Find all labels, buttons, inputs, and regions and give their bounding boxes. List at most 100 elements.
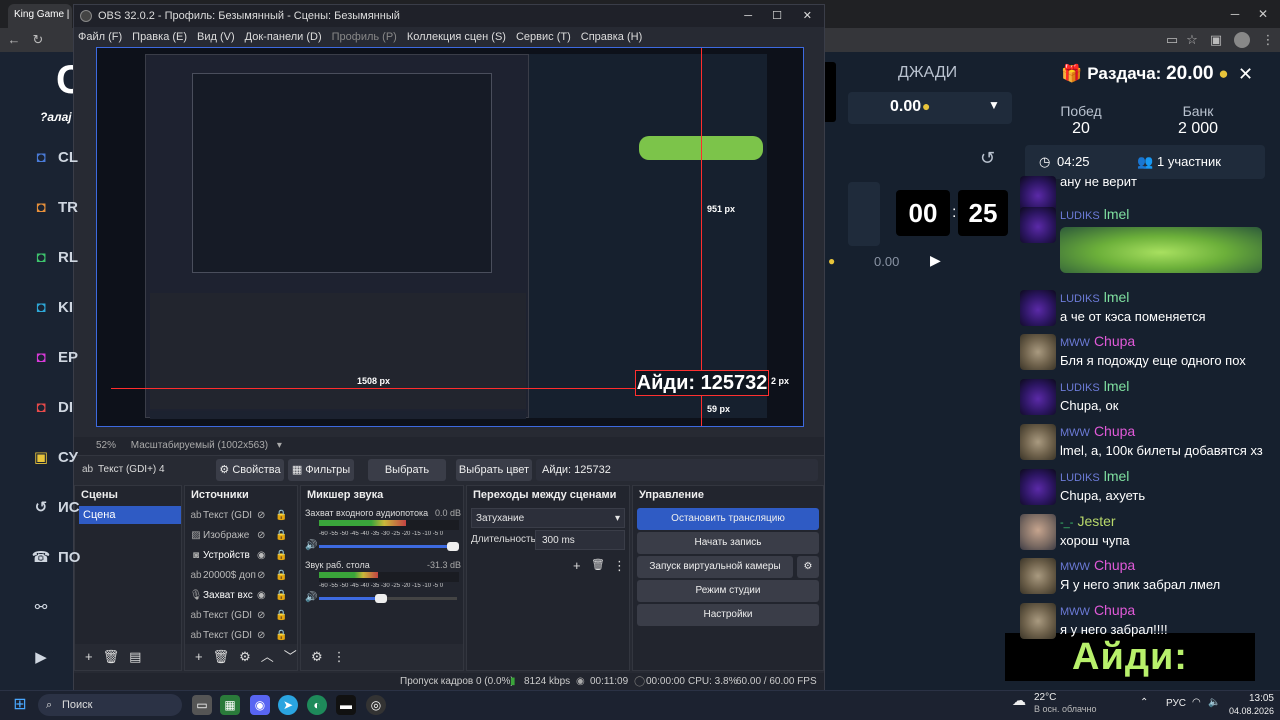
- chat-username[interactable]: -_- Jester: [1060, 513, 1116, 529]
- menu-icon[interactable]: ⋮: [613, 558, 626, 574]
- sidebar-item[interactable]: ▣ СУ: [30, 444, 80, 472]
- gear-icon[interactable]: ⚙: [239, 649, 251, 664]
- source-item[interactable]: ◙ Устройств ◉ 🔒: [189, 546, 289, 566]
- sidebar-item[interactable]: ⚯: [30, 594, 80, 622]
- avatar[interactable]: [1020, 603, 1056, 639]
- discord-icon[interactable]: ◉: [250, 695, 270, 715]
- sidebar-item[interactable]: ☎ ПО: [30, 544, 80, 572]
- start-recording-button[interactable]: Начать запись: [637, 532, 819, 554]
- visibility-icon[interactable]: ⊘: [257, 526, 265, 546]
- filter-icon[interactable]: ▤: [129, 649, 141, 664]
- chat-username[interactable]: LUDIKS lmel: [1060, 289, 1129, 305]
- avatar[interactable]: [1020, 469, 1056, 505]
- menu-icon[interactable]: ⋮: [1258, 30, 1278, 50]
- virtual-camera-button[interactable]: Запуск виртуальной камеры: [637, 556, 793, 578]
- zoom-level[interactable]: 52%: [96, 440, 116, 451]
- history-icon[interactable]: ↺: [980, 148, 995, 169]
- gear-icon[interactable]: ⚙: [797, 556, 819, 578]
- transition-select[interactable]: Затухание ▾: [471, 508, 625, 528]
- telegram-icon[interactable]: ➤: [278, 695, 298, 715]
- obs-menu-item[interactable]: Правка (E): [132, 31, 187, 43]
- profile-avatar[interactable]: [1234, 32, 1250, 48]
- obs-menu-item[interactable]: Коллекция сцен (S): [407, 31, 506, 43]
- text-value-input[interactable]: Айди: 125732: [536, 459, 818, 481]
- play-button[interactable]: ▶: [930, 252, 941, 269]
- trash-icon[interactable]: 🗑: [103, 649, 120, 664]
- obs-menu-item[interactable]: Вид (V): [197, 31, 235, 43]
- source-item[interactable]: ab20000$ доп ⊘ 🔒: [189, 566, 289, 586]
- menu-icon[interactable]: ⋮: [333, 649, 346, 664]
- chat-username[interactable]: LUDIKS lmel: [1060, 206, 1129, 222]
- close-window-button[interactable]: ✕: [1248, 4, 1278, 24]
- sidebar-item[interactable]: ◘ DI: [30, 394, 80, 422]
- chat-username[interactable]: MWW Chupa: [1060, 557, 1135, 573]
- minimize-button[interactable]: ─: [1220, 4, 1250, 24]
- minimize-button[interactable]: ─: [744, 5, 752, 27]
- volume-icon[interactable]: 🔊: [305, 592, 317, 603]
- obs-menu-item[interactable]: Сервис (T): [516, 31, 571, 43]
- windows-start-icon[interactable]: ⊞: [10, 695, 30, 715]
- add-icon[interactable]: +: [195, 649, 203, 664]
- duration-input[interactable]: 300 ms: [535, 530, 625, 550]
- taskbar-search[interactable]: ⌕ Поиск: [38, 694, 182, 716]
- tab-icon[interactable]: ▭: [1162, 30, 1182, 50]
- chevron-down-icon[interactable]: ▾: [277, 440, 282, 451]
- chat-username[interactable]: MWW Chupa: [1060, 423, 1135, 439]
- browser-tab[interactable]: King Game |: [8, 4, 72, 28]
- select-color-button[interactable]: Выбрать цвет: [456, 459, 532, 481]
- close-icon[interactable]: ✕: [1238, 62, 1258, 86]
- obs-menu-item[interactable]: Док-панели (D): [245, 31, 322, 43]
- lock-icon[interactable]: 🔒: [275, 606, 287, 626]
- visibility-icon[interactable]: ⊘: [257, 506, 265, 526]
- chevron-up-icon[interactable]: ︿: [261, 649, 274, 664]
- clock-date[interactable]: 04.08.2026: [1226, 706, 1274, 716]
- reload-icon[interactable]: ↻: [28, 30, 48, 50]
- select-font-button[interactable]: Выбрать шрифт: [368, 459, 446, 498]
- chat-username[interactable]: MWW Chupa: [1060, 602, 1135, 618]
- sidebar-item[interactable]: ◘ CL: [30, 144, 80, 172]
- terminal-icon[interactable]: ▬: [336, 695, 356, 715]
- avatar[interactable]: [1020, 514, 1056, 550]
- extensions-icon[interactable]: ▣: [1206, 30, 1226, 50]
- chat-username[interactable]: LUDIKS lmel: [1060, 378, 1129, 394]
- lock-icon[interactable]: 🔒: [275, 586, 287, 606]
- obs-preview[interactable]: Айди: 125732 951 px 59 px 1508 px 2 px: [96, 47, 804, 427]
- volume-slider-thumb[interactable]: [375, 594, 388, 603]
- wifi-icon[interactable]: ◠: [1192, 697, 1201, 708]
- sidebar-item[interactable]: ◘ TR: [30, 194, 80, 222]
- lock-icon[interactable]: 🔒: [275, 506, 287, 526]
- gear-icon[interactable]: ⚙: [311, 649, 323, 664]
- chat-username[interactable]: LUDIKS lmel: [1060, 468, 1129, 484]
- lock-icon[interactable]: 🔒: [275, 546, 287, 566]
- visibility-icon[interactable]: ⊘: [257, 566, 265, 586]
- scale-mode-select[interactable]: Масштабируемый (1002x563): [131, 440, 268, 451]
- avatar[interactable]: [1020, 290, 1056, 326]
- trash-icon[interactable]: 🗑: [213, 649, 230, 664]
- sidebar-item[interactable]: ◘ KI: [30, 294, 80, 322]
- store-icon[interactable]: ▦: [220, 695, 240, 715]
- clock-time[interactable]: 13:05: [1234, 693, 1274, 704]
- lock-icon[interactable]: 🔒: [275, 626, 287, 646]
- obs-taskbar-icon[interactable]: ◎: [366, 695, 386, 715]
- lock-icon[interactable]: 🔒: [275, 526, 287, 546]
- visibility-icon[interactable]: ◉: [257, 546, 266, 566]
- stop-stream-button[interactable]: Остановить трансляцию: [637, 508, 819, 530]
- scene-item[interactable]: Сцена: [79, 506, 181, 524]
- add-icon[interactable]: +: [573, 558, 581, 573]
- source-item[interactable]: abТекст (GDI ⊘ 🔒: [189, 606, 289, 626]
- preview-selected-source[interactable]: Айди: 125732: [635, 370, 769, 396]
- source-item[interactable]: abТекст (GDI ⊘ 🔒: [189, 506, 289, 526]
- close-button[interactable]: ✕: [803, 5, 812, 27]
- sidebar-item[interactable]: ◘ EP: [30, 344, 80, 372]
- visibility-icon[interactable]: ⊘: [257, 626, 265, 646]
- maximize-button[interactable]: ☐: [772, 5, 782, 27]
- source-item[interactable]: 🎙Захват вхс ◉ 🔒: [189, 586, 289, 606]
- volume-slider-thumb[interactable]: [446, 542, 459, 551]
- avatar[interactable]: [1020, 207, 1056, 243]
- bet-select[interactable]: 0.00 ● ▼: [848, 92, 1012, 124]
- avatar[interactable]: [1020, 379, 1056, 415]
- volume-slider[interactable]: [319, 542, 459, 551]
- properties-button[interactable]: ⚙ Свойства: [216, 459, 284, 481]
- trash-icon[interactable]: 🗑: [591, 558, 605, 571]
- volume-icon[interactable]: 🔈: [1208, 697, 1220, 708]
